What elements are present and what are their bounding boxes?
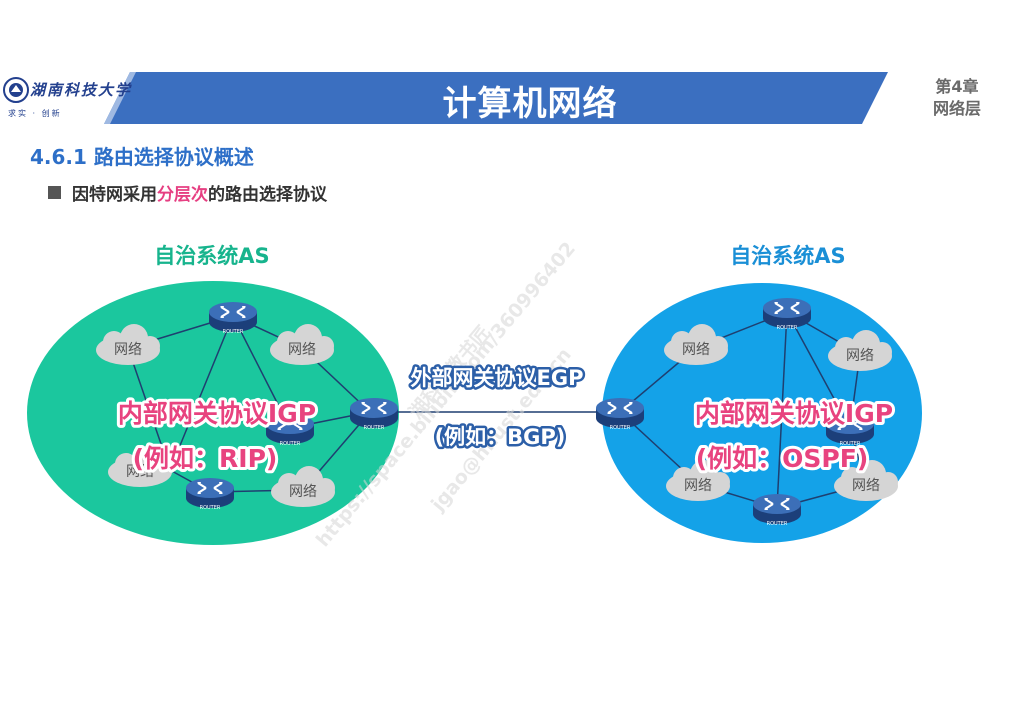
left-igp-example: (例如：RIP) (133, 444, 278, 473)
router-label: ROUTER (223, 329, 244, 335)
hierarchical-routing-diagram: 网络 网络 网络 网络 ROUTER ROUTER ROUTER ROUTER (27, 238, 922, 551)
left-as-title: 自治系统AS (154, 244, 269, 268)
cloud-label: 网络 (684, 478, 712, 494)
cloud-label: 网络 (289, 484, 317, 500)
right-igp-example: (例如：OSPF) (696, 444, 869, 473)
cloud-label: 网络 (288, 342, 316, 358)
router-label: ROUTER (280, 441, 301, 447)
right-igp-label: 内部网关协议IGP (695, 399, 893, 428)
cloud-label: 网络 (682, 342, 710, 358)
router-label: ROUTER (364, 425, 385, 431)
router-label: ROUTER (200, 505, 221, 511)
router-label: ROUTER (610, 425, 631, 431)
right-as-title: 自治系统AS (730, 244, 845, 268)
left-igp-label: 内部网关协议IGP (118, 399, 316, 428)
cloud-label: 网络 (114, 342, 142, 358)
egp-label: 外部网关协议EGP (411, 366, 584, 390)
egp-example: (例如：BGP) (435, 425, 566, 449)
router-label: ROUTER (777, 325, 798, 331)
router-label: ROUTER (767, 521, 788, 527)
cloud-label: 网络 (852, 478, 880, 494)
cloud-label: 网络 (846, 348, 874, 364)
